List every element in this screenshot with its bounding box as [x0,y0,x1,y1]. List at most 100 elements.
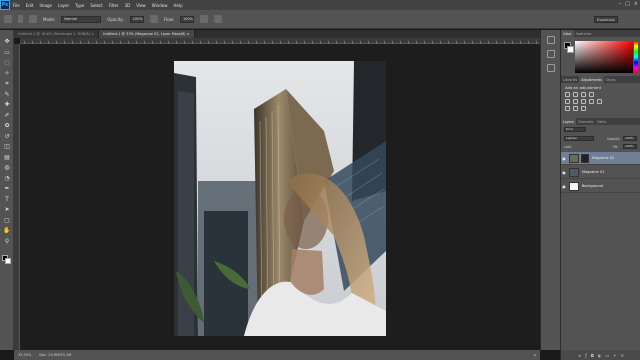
trash-icon[interactable]: ✕ [621,353,624,358]
pen-tool-icon[interactable]: ✒ [3,185,11,192]
airbrush-icon[interactable] [199,15,208,23]
menu-edit[interactable]: Edit [23,3,37,8]
zoom-level[interactable]: 33.33% [18,353,31,357]
photo-filter-icon[interactable] [597,99,602,104]
maximize-icon[interactable]: □ [625,1,630,7]
tab-paths[interactable]: Paths [595,118,608,125]
eye-icon[interactable]: ● [561,184,567,189]
menu-3d[interactable]: 3D [122,3,134,8]
opacity-field[interactable]: 100% [129,15,144,23]
quick-select-tool-icon[interactable]: ✧ [3,70,11,77]
posterize-icon[interactable] [573,106,578,111]
link-icon[interactable]: ∞ [578,353,581,358]
tab-layers[interactable]: Layers [561,118,576,125]
background-color-icon[interactable] [5,258,11,264]
menu-filter[interactable]: Filter [106,3,122,8]
color-balance-icon[interactable] [581,99,586,104]
tab-swatches[interactable]: Swatches [574,30,594,37]
fill-field[interactable]: 100% [623,144,637,149]
flow-field[interactable]: 100% [179,15,194,23]
hue-slider[interactable] [634,41,638,73]
pressure-size-icon[interactable] [213,15,222,23]
new-layer-icon[interactable]: + [613,353,616,358]
zoom-tool-icon[interactable]: ⚲ [3,238,11,245]
blur-tool-icon[interactable]: ◍ [3,164,11,171]
layers-footer: ∞ ƒ ◘ ◐ ▭ + ✕ [561,350,640,360]
layer-mask-thumbnail[interactable] [581,153,589,163]
eye-icon[interactable]: ● [561,170,567,175]
black-white-icon[interactable] [589,99,594,104]
levels-icon[interactable] [573,92,578,97]
workspace-select[interactable]: Essentials [594,16,618,23]
photoshop-logo: Ps [0,0,10,10]
mode-select[interactable]: Normal [61,15,102,23]
lasso-tool-icon[interactable]: ◌ [3,59,11,66]
brush-panel-icon[interactable] [29,15,37,23]
layer-name[interactable]: Magazine 01 [582,170,604,174]
layer-name[interactable]: Background [582,184,603,188]
hand-tool-icon[interactable]: ✋ [3,227,11,234]
curves-icon[interactable] [581,92,586,97]
brush-tool-icon[interactable]: ✐ [3,112,11,119]
menu-layer[interactable]: Layer [55,3,72,8]
dodge-tool-icon[interactable]: ◔ [3,175,11,182]
brush-icon[interactable] [547,64,555,72]
menu-file[interactable]: File [10,3,23,8]
tab-channels[interactable]: Channels [576,118,595,125]
layer-row[interactable]: ● Magazine 02 [561,152,640,165]
history-icon[interactable] [547,36,555,44]
menu-window[interactable]: Window [149,3,171,8]
marquee-tool-icon[interactable]: ▭ [3,49,11,56]
menu-help[interactable]: Help [170,3,185,8]
document-canvas[interactable] [174,61,386,336]
type-tool-icon[interactable]: T [3,196,11,203]
brush-size-icon[interactable] [18,15,23,23]
properties-icon[interactable] [547,50,555,58]
shape-tool-icon[interactable]: ▢ [3,217,11,224]
pressure-opacity-icon[interactable] [149,15,158,23]
eraser-tool-icon[interactable]: ◫ [3,143,11,150]
gradient-tool-icon[interactable]: ▤ [3,154,11,161]
tab-styles[interactable]: Styles [604,76,618,83]
tab-document-1[interactable]: Untitled-1 @ 16.6% (Rectangle 1, RGB/8) … [14,30,100,38]
history-brush-tool-icon[interactable]: ↺ [3,133,11,140]
menu-select[interactable]: Select [87,3,105,8]
tab-adjustments[interactable]: Adjustments [579,76,604,83]
brush-preset-icon[interactable] [4,15,12,23]
hue-saturation-icon[interactable] [573,99,578,104]
color-picker-field[interactable] [575,41,633,73]
folder-icon[interactable]: ▭ [605,353,609,358]
clone-tool-icon[interactable]: ✿ [3,122,11,129]
minimize-icon[interactable]: – [619,1,622,7]
adjustment-layer-icon[interactable]: ◐ [598,353,602,358]
tab-libraries[interactable]: Libraries [561,76,579,83]
mask-icon[interactable]: ◘ [591,353,594,358]
brightness-icon[interactable] [565,92,570,97]
layer-row[interactable]: ● Background [561,180,640,193]
background-color-swatch[interactable] [567,46,574,53]
healing-tool-icon[interactable]: ✚ [3,101,11,108]
path-select-tool-icon[interactable]: ➤ [3,206,11,213]
layer-name[interactable]: Magazine 02 [592,156,614,160]
tab-color[interactable]: Color [561,30,574,37]
layer-row[interactable]: ● Magazine 01 [561,166,640,179]
eye-icon[interactable]: ● [561,156,567,161]
menu-image[interactable]: Image [36,3,55,8]
exposure-icon[interactable] [589,92,594,97]
vibrance-icon[interactable] [565,99,570,104]
threshold-icon[interactable] [581,106,586,111]
invert-icon[interactable] [565,106,570,111]
crop-tool-icon[interactable]: ⌗ [3,80,11,87]
menu-view[interactable]: View [133,3,149,8]
move-tool-icon[interactable]: ✥ [3,38,11,45]
blend-mode-select[interactable]: Lighten [564,136,594,141]
layer-filter-kind[interactable]: Kind [564,127,586,132]
menu-type[interactable]: Type [72,3,87,8]
tab-document-2[interactable]: Untitled-1 @ 33% (Magazine 02, Layer Mas… [99,30,195,38]
mode-label: Mode: [43,16,56,22]
close-icon[interactable]: × [634,1,638,7]
status-arrow-icon[interactable]: ▸ [534,353,536,357]
fx-icon[interactable]: ƒ [585,353,586,358]
layer-opacity-field[interactable]: 100% [623,136,637,141]
eyedropper-tool-icon[interactable]: ✎ [3,91,11,98]
